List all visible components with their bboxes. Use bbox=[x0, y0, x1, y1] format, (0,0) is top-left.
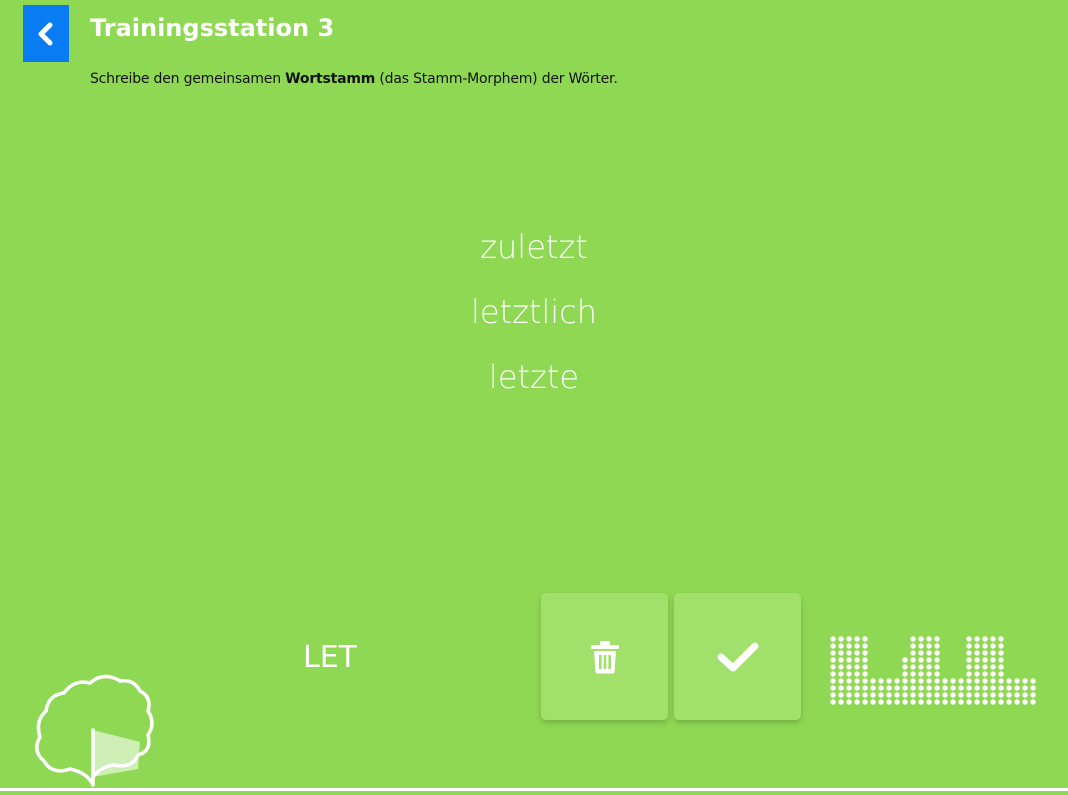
page-title: Trainingsstation 3 bbox=[90, 14, 335, 42]
delete-button[interactable] bbox=[541, 593, 668, 720]
instruction-suffix: (das Stamm-Morphem) der Wörter. bbox=[375, 71, 618, 87]
check-button[interactable] bbox=[674, 593, 801, 720]
word-item: letzte bbox=[488, 358, 580, 396]
instruction-keyword: Wortstamm bbox=[285, 71, 376, 87]
tree-logo-icon bbox=[35, 674, 154, 787]
training-screen: Trainingsstation 3 Schreibe den gemeinsa… bbox=[0, 0, 1068, 795]
instruction-prefix: Schreibe den gemeinsamen bbox=[90, 71, 286, 87]
word-item: letztlich bbox=[470, 293, 598, 331]
checkmark-icon bbox=[717, 642, 758, 671]
dot-matrix-progress-icon bbox=[830, 636, 1036, 705]
chevron-left-icon bbox=[38, 22, 53, 45]
back-button[interactable] bbox=[23, 5, 69, 62]
bottom-divider bbox=[0, 788, 1068, 791]
word-item: zuletzt bbox=[480, 228, 588, 266]
trash-icon bbox=[590, 640, 619, 673]
answer-input[interactable]: LET bbox=[280, 640, 380, 675]
instruction-text: Schreibe den gemeinsamen Wortstamm (das … bbox=[90, 71, 618, 87]
word-list: zuletzt letztlich letzte bbox=[0, 222, 1068, 417]
